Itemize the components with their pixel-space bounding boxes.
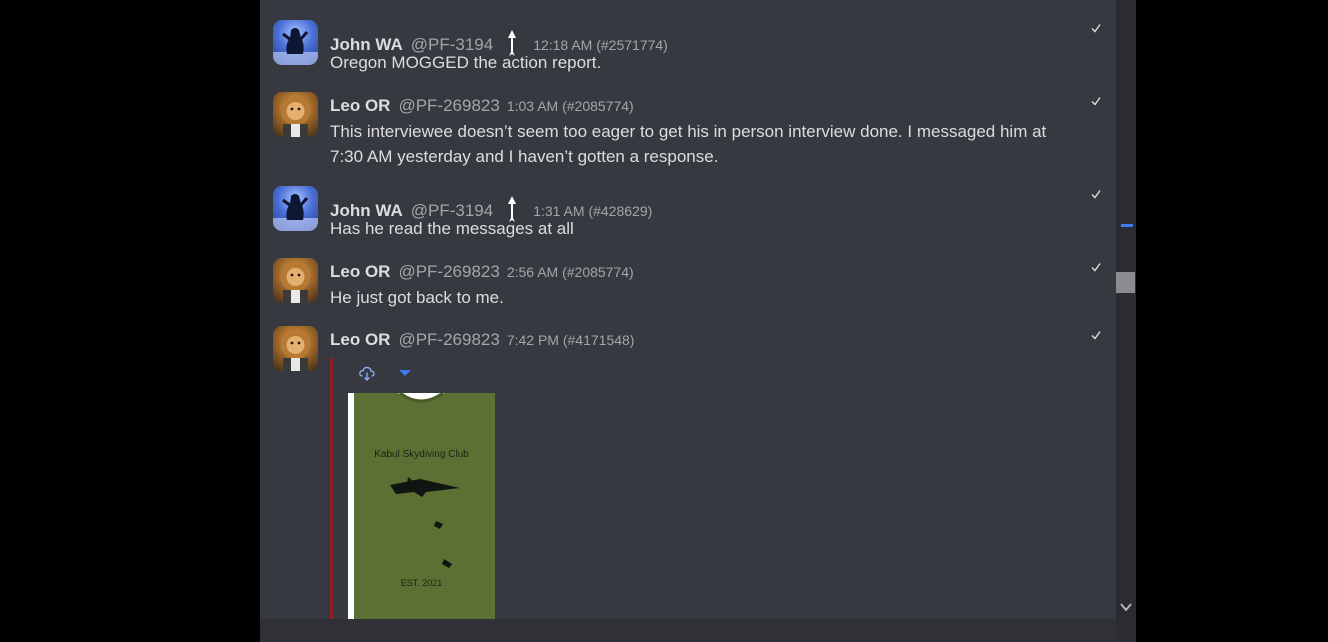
chevron-down-icon[interactable] bbox=[1119, 601, 1133, 613]
dark-figure-icon bbox=[273, 28, 318, 65]
avatar[interactable] bbox=[273, 186, 318, 231]
dropdown-caret-icon[interactable] bbox=[398, 368, 412, 378]
shirt-footer: EST. 2021 bbox=[400, 578, 443, 588]
attachment-actions bbox=[358, 364, 412, 382]
unread-marker bbox=[1121, 224, 1133, 227]
message-text: This interviewee doesn’t seem too eager … bbox=[330, 122, 1047, 166]
chat-panel: John WA @PF-3194 12:18 AM (#2571774) Ore… bbox=[260, 0, 1136, 642]
checkmark-icon bbox=[1091, 331, 1101, 340]
lion-icon bbox=[280, 261, 311, 303]
lion-icon bbox=[280, 329, 311, 371]
author-handle[interactable]: @PF-269823 bbox=[398, 330, 499, 350]
message-timestamp: 7:42 PM (#4171548) bbox=[506, 332, 635, 348]
lion-icon bbox=[280, 95, 311, 137]
author-name[interactable]: Leo OR bbox=[330, 262, 390, 282]
message-text: Oregon MOGGED the action report. bbox=[330, 53, 602, 72]
avatar[interactable] bbox=[273, 20, 318, 65]
author-name[interactable]: Leo OR bbox=[330, 330, 390, 350]
avatar[interactable] bbox=[273, 258, 318, 303]
bottom-bar bbox=[260, 619, 1136, 642]
embed-accent-bar bbox=[330, 358, 333, 620]
avatar[interactable] bbox=[273, 92, 318, 137]
author-handle[interactable]: @PF-269823 bbox=[398, 96, 499, 116]
author-handle[interactable]: @PF-269823 bbox=[398, 262, 499, 282]
cloud-download-icon[interactable] bbox=[358, 364, 376, 382]
shirt-title: Kabul Skydiving Club bbox=[374, 449, 469, 460]
author-name[interactable]: Leo OR bbox=[330, 96, 390, 116]
checkmark-icon bbox=[1091, 24, 1101, 33]
shirt-image[interactable]: Kabul Skydiving Club EST. 2021 bbox=[348, 393, 495, 620]
scrollbar-track[interactable] bbox=[1116, 0, 1136, 642]
checkmark-icon bbox=[1091, 190, 1101, 199]
message-timestamp: 2:56 AM (#2085774) bbox=[506, 264, 634, 280]
checkmark-icon bbox=[1091, 97, 1101, 106]
message-text: He just got back to me. bbox=[330, 288, 504, 307]
message-timestamp: 1:03 AM (#2085774) bbox=[506, 98, 634, 114]
avatar[interactable] bbox=[273, 326, 318, 371]
scrollbar-thumb[interactable] bbox=[1116, 272, 1135, 293]
checkmark-icon bbox=[1091, 263, 1101, 272]
message-text: Has he read the messages at all bbox=[330, 219, 574, 238]
dark-figure-icon bbox=[273, 194, 318, 231]
